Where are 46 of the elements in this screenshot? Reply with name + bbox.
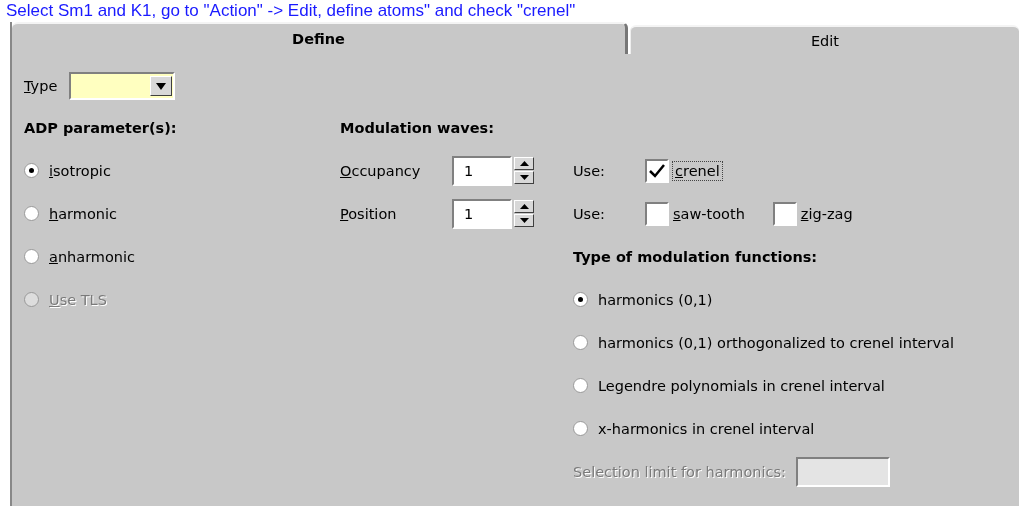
radio-button[interactable] (573, 421, 588, 436)
section-heading: Type of modulation functions: (573, 248, 819, 265)
checkbox-label: crenel (673, 161, 722, 180)
use-label: Use: (573, 162, 606, 179)
radio-button[interactable] (573, 292, 588, 307)
checkbox-label: zig-zag (800, 205, 853, 222)
radio-button[interactable] (24, 163, 39, 178)
radio-label: isotropic (49, 162, 111, 179)
section-heading: Modulation waves: (340, 119, 495, 136)
spin-down-button[interactable] (514, 214, 534, 227)
radio-label: harmonics (0,1) orthogonalized to crenel interval (598, 334, 954, 351)
checkmark-icon (649, 163, 665, 178)
tab[interactable]: Define (12, 22, 628, 54)
spin-down-button[interactable] (514, 171, 534, 184)
checkbox[interactable] (645, 201, 669, 226)
radio-label: Legendre polynomials in crenel interval (598, 377, 885, 394)
selection-limit-label: Selection limit for harmonics: (573, 463, 786, 480)
radio-label: Use TLS (49, 291, 107, 308)
instruction-caption: Select Sm1 and K1, go to "Action" -> Edit, define atoms" and check "crenel" (5, 0, 577, 22)
spin-up-button[interactable] (514, 200, 534, 213)
checkbox[interactable] (645, 158, 669, 183)
field-label: Occupancy (340, 162, 422, 179)
use-label: Use: (573, 205, 606, 222)
field-label: Position (340, 205, 398, 222)
tab[interactable]: Edit (630, 25, 1019, 54)
dropdown-arrow-icon (156, 82, 167, 90)
up-arrow-icon (519, 204, 529, 209)
radio-label: harmonics (0,1) (598, 291, 713, 308)
number-field[interactable]: 1 (452, 198, 512, 229)
down-arrow-icon (519, 218, 529, 223)
radio-button[interactable] (24, 249, 39, 264)
radio-label: anharmonic (49, 248, 136, 265)
down-arrow-icon (519, 175, 529, 180)
radio-button[interactable] (24, 206, 39, 221)
checkbox-label: saw-tooth (673, 205, 745, 222)
checkbox[interactable] (772, 201, 797, 226)
up-arrow-icon (519, 161, 529, 166)
radio-label: harmonic (49, 205, 117, 222)
radio-button[interactable] (573, 378, 588, 393)
section-heading: ADP parameter(s): (24, 119, 178, 136)
type-label: Type (24, 78, 58, 94)
spin-up-button[interactable] (514, 157, 534, 170)
type-dropdown[interactable] (69, 72, 176, 100)
radio-button[interactable] (573, 335, 588, 350)
radio-label: x-harmonics in crenel interval (598, 420, 815, 437)
number-field[interactable]: 1 (452, 155, 512, 186)
